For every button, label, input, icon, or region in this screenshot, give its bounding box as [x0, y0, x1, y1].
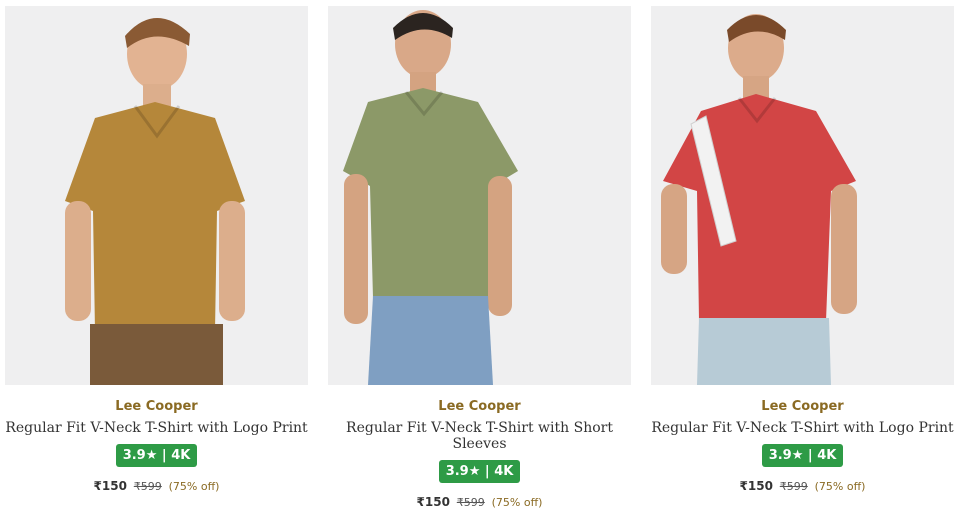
- product-card[interactable]: Lee Cooper Regular Fit V-Neck T-Shirt wi…: [651, 6, 954, 493]
- discount-label: (75% off): [814, 480, 866, 493]
- rating-badge: 3.9★ | 4K: [761, 444, 844, 467]
- rating-count: 4K: [817, 448, 837, 463]
- rating-value: 3.9: [445, 464, 469, 479]
- shirt-shape: [65, 102, 245, 331]
- price-row: ₹150 ₹599 (75% off): [651, 479, 954, 493]
- price-row: ₹150 ₹599 (75% off): [328, 495, 631, 509]
- product-card[interactable]: Lee Cooper Regular Fit V-Neck T-Shirt wi…: [5, 6, 308, 493]
- star-icon: ★: [791, 448, 804, 463]
- product-card[interactable]: Lee Cooper Regular Fit V-Neck T-Shirt wi…: [328, 6, 631, 509]
- rating-badge: 3.9★ | 4K: [115, 444, 198, 467]
- selling-price: ₹150: [93, 479, 127, 493]
- star-icon: ★: [468, 464, 481, 479]
- star-icon: ★: [145, 448, 158, 463]
- price-row: ₹150 ₹599 (75% off): [5, 479, 308, 493]
- product-brand[interactable]: Lee Cooper: [5, 399, 308, 414]
- rating-value: 3.9: [768, 448, 792, 463]
- product-image[interactable]: [5, 6, 308, 385]
- rating-count: 4K: [171, 448, 191, 463]
- mrp-price: ₹599: [456, 496, 485, 509]
- discount-label: (75% off): [491, 496, 543, 509]
- product-brand[interactable]: Lee Cooper: [328, 399, 631, 414]
- selling-price: ₹150: [416, 495, 450, 509]
- product-name[interactable]: Regular Fit V-Neck T-Shirt with Logo Pri…: [651, 420, 954, 436]
- product-name[interactable]: Regular Fit V-Neck T-Shirt with Logo Pri…: [5, 420, 308, 436]
- product-image[interactable]: [328, 6, 631, 385]
- selling-price: ₹150: [739, 479, 773, 493]
- mrp-price: ₹599: [133, 480, 162, 493]
- rating-badge: 3.9★ | 4K: [438, 460, 521, 483]
- product-grid: Lee Cooper Regular Fit V-Neck T-Shirt wi…: [0, 0, 957, 512]
- mrp-price: ₹599: [779, 480, 808, 493]
- rating-count: 4K: [494, 464, 514, 479]
- product-brand[interactable]: Lee Cooper: [651, 399, 954, 414]
- product-name[interactable]: Regular Fit V-Neck T-Shirt with Short Sl…: [328, 420, 631, 452]
- discount-label: (75% off): [168, 480, 220, 493]
- product-image[interactable]: [651, 6, 954, 385]
- rating-value: 3.9: [122, 448, 146, 463]
